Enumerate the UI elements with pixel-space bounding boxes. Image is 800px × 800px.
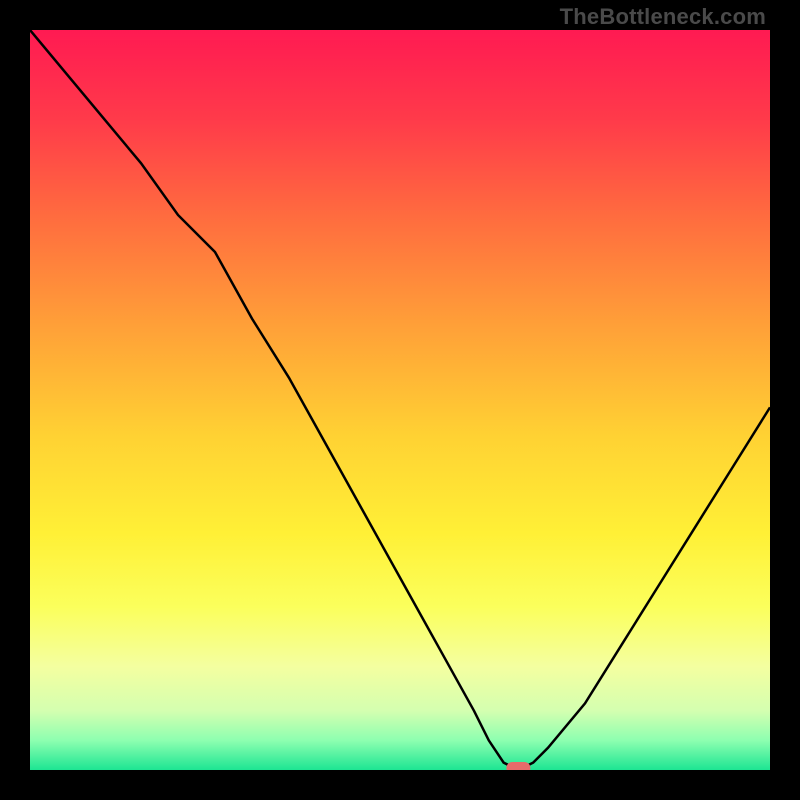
chart-frame: TheBottleneck.com [0,0,800,800]
watermark-text: TheBottleneck.com [560,4,766,30]
optimal-marker [506,762,530,770]
gradient-background [30,30,770,770]
plot-area [30,30,770,770]
chart-svg [30,30,770,770]
